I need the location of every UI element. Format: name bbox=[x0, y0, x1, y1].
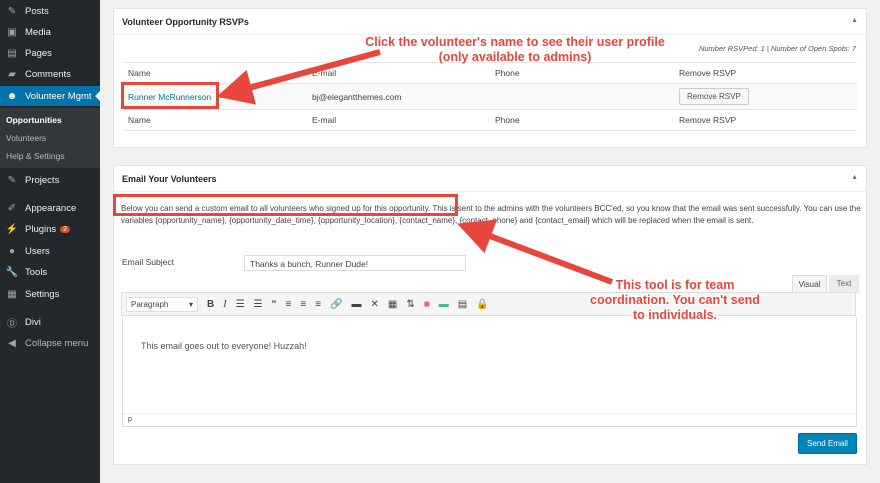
arrow-to-name bbox=[216, 49, 381, 105]
callout-name-tip: Click the volunteer's name to see their … bbox=[365, 35, 665, 64]
arrow-to-description bbox=[457, 219, 614, 285]
annotation-arrows bbox=[216, 49, 614, 285]
callout-tool-tip: This tool is for team coordination. You … bbox=[590, 278, 760, 322]
